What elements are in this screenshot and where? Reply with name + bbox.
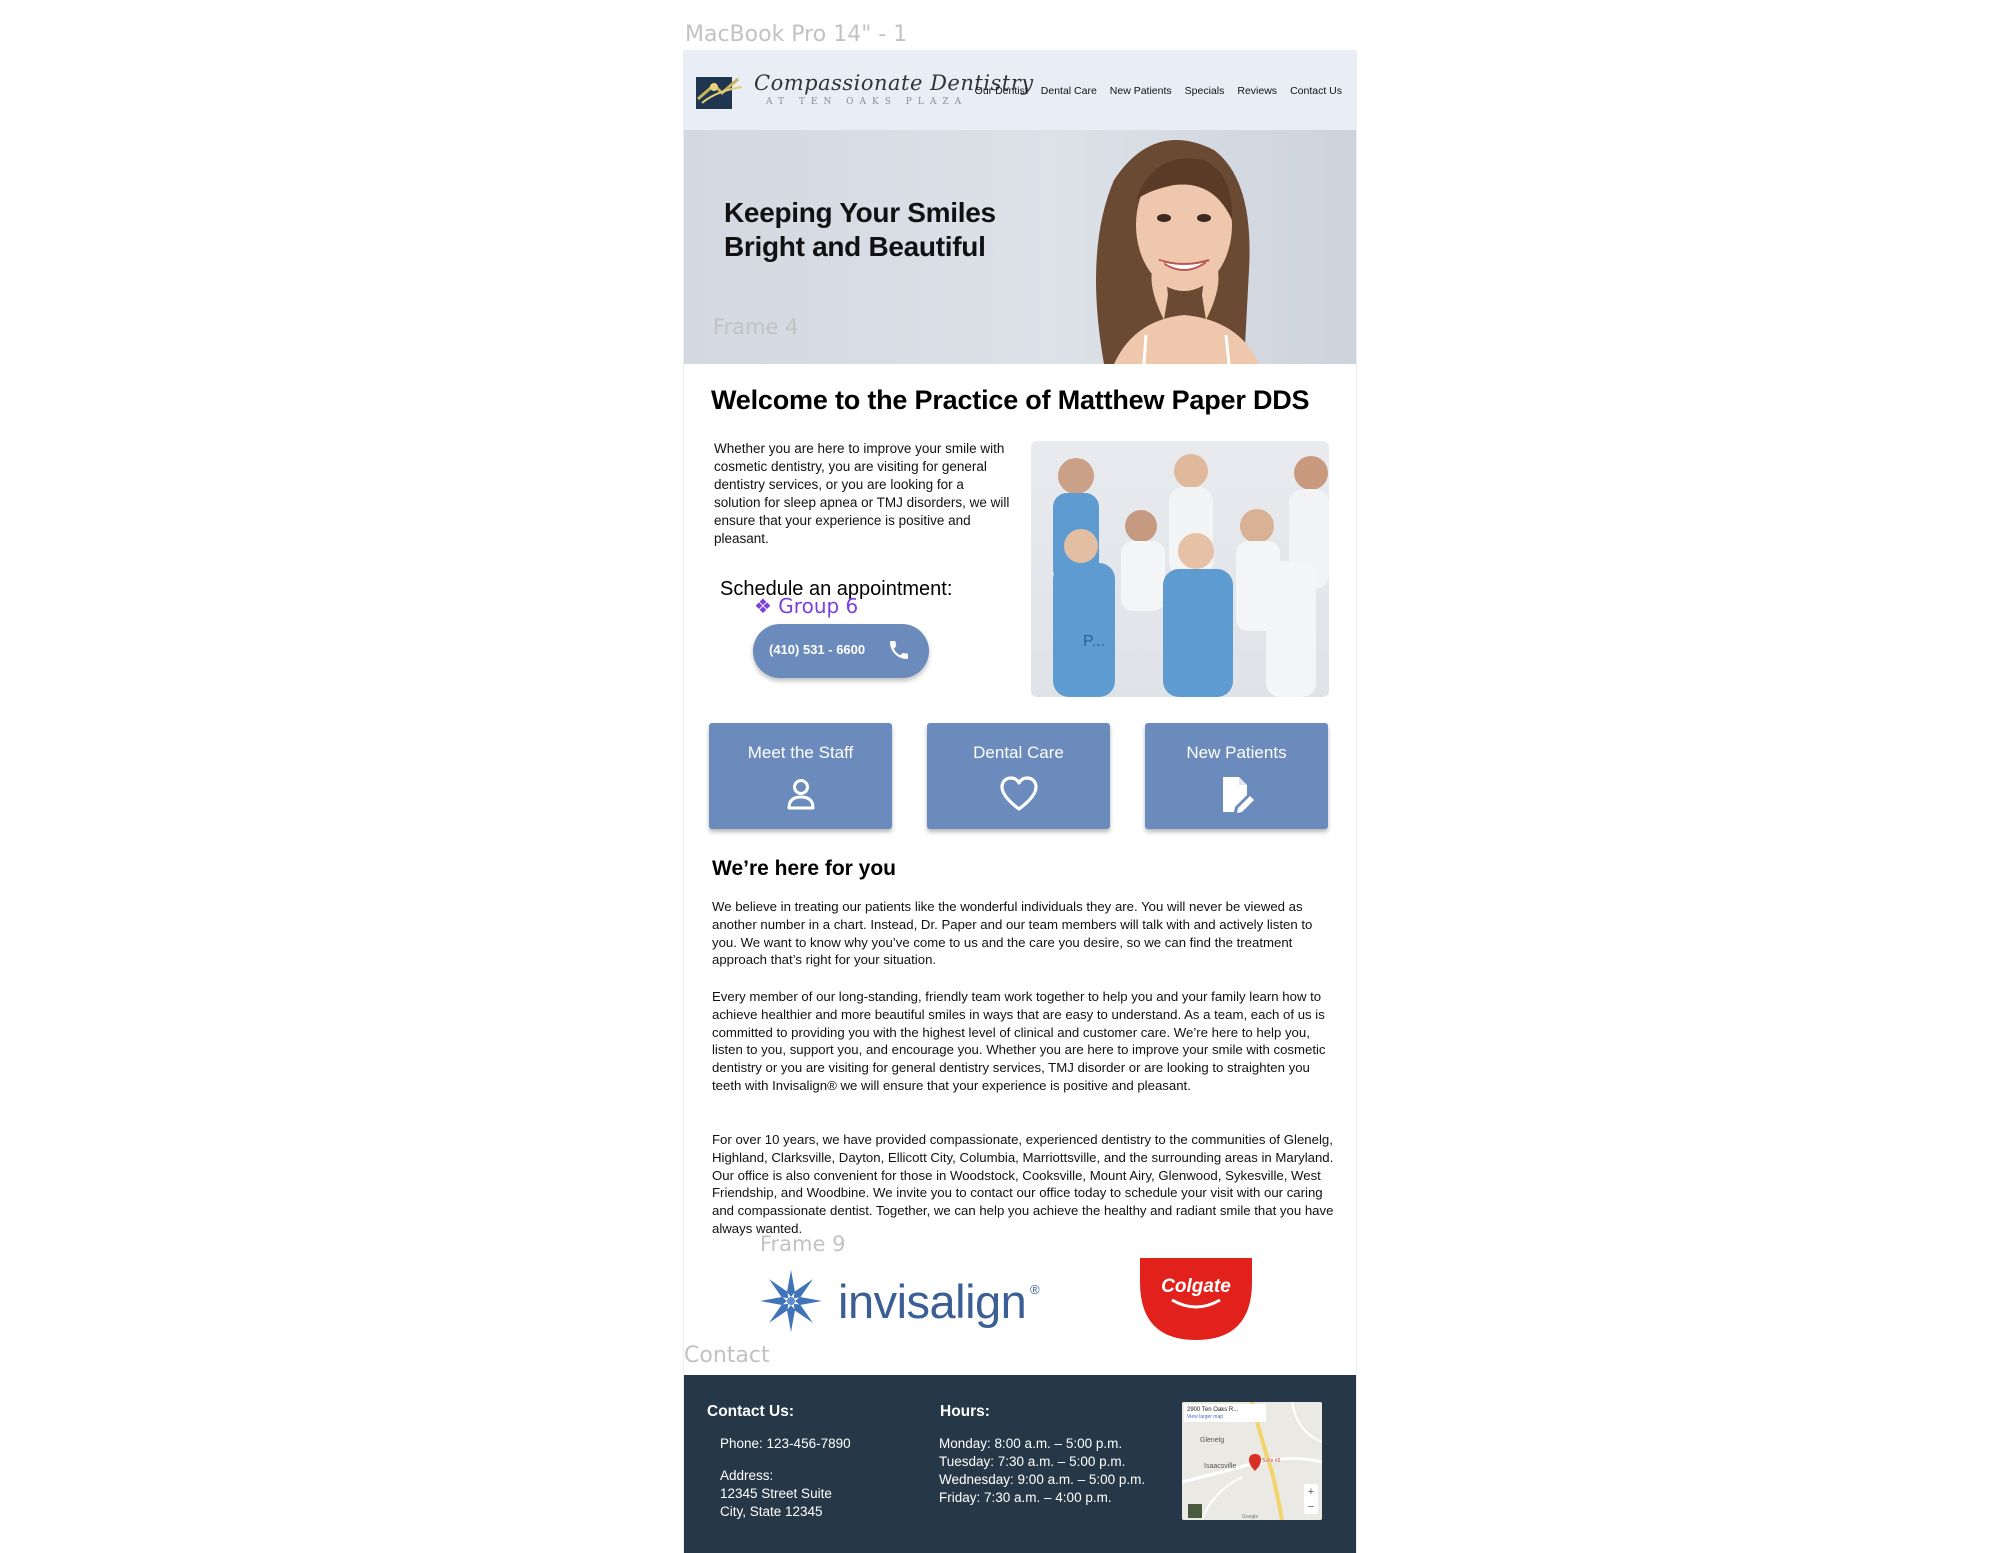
site-logo[interactable]: Compassionate Dentistry AT TEN OAKS PLAZ… [692, 71, 1033, 113]
hero-title-line-2: Bright and Beautiful [724, 231, 986, 262]
nav-reviews[interactable]: Reviews [1237, 85, 1277, 97]
hours-friday: Friday: 7:30 a.m. – 4:00 p.m. [939, 1490, 1112, 1505]
component-icon: ❖ [754, 594, 779, 618]
group-6-label: ❖ Group 6 [754, 594, 858, 618]
location-map[interactable]: 2900 Ten Oaks R... View larger map Glene… [1182, 1402, 1322, 1520]
meet-the-staff-card[interactable]: Meet the Staff [709, 723, 892, 829]
colgate-shield-icon: Colgate [1140, 1258, 1252, 1340]
call-button[interactable]: (410) 531 - 6600 [753, 624, 929, 678]
hours-monday: Monday: 8:00 a.m. – 5:00 p.m. [939, 1436, 1123, 1451]
colgate-logo: Colgate [1140, 1258, 1252, 1340]
address-label: Address: [720, 1468, 774, 1483]
dental-care-card[interactable]: Dental Care [927, 723, 1110, 829]
map-zoom-in[interactable]: + [1308, 1486, 1314, 1498]
nav-new-patients[interactable]: New Patients [1110, 85, 1172, 97]
nav-dental-care[interactable]: Dental Care [1041, 85, 1097, 97]
document-edit-icon [1222, 777, 1254, 813]
address-line-2: City, State 12345 [720, 1504, 823, 1519]
hours-tuesday: Tuesday: 7:30 a.m. – 5:00 p.m. [939, 1454, 1126, 1469]
invisalign-logo: invisalign ® [758, 1268, 1058, 1334]
contact-frame-label: Contact [684, 1343, 770, 1368]
new-patients-card[interactable]: New Patients [1145, 723, 1328, 829]
map-place-name: 2900 Ten Oaks R... [1187, 1407, 1239, 1413]
map-zoom-out[interactable]: − [1308, 1501, 1314, 1513]
address-line-1: 12345 Street Suite [720, 1486, 832, 1501]
phone-icon [890, 641, 908, 659]
site-footer: Contact Us: Phone: 123-456-7890 Address:… [684, 1375, 1356, 1553]
invisalign-flower-icon [760, 1270, 822, 1332]
map-town-isaacsville: Isaacsville [1204, 1463, 1236, 1470]
map-attribution: Google [1242, 1514, 1258, 1520]
team-photo: P... [1031, 441, 1329, 697]
hero-title-line-1: Keeping Your Smiles [724, 197, 996, 228]
contact-heading: Contact Us: [707, 1403, 794, 1420]
card-label: Meet the Staff [747, 743, 854, 762]
heart-icon [999, 776, 1038, 811]
body-paragraph-1: We believe in treating our patients like… [712, 899, 1313, 968]
web-page: Compassionate Dentistry AT TEN OAKS PLAZ… [684, 51, 1356, 1553]
nav-specials[interactable]: Specials [1185, 85, 1225, 97]
map-pin-label: Suite #5 [1262, 1458, 1281, 1464]
invisalign-wordmark: invisalign [838, 1275, 1027, 1328]
hero-banner: Keeping Your Smiles Bright and Beautiful… [684, 130, 1356, 364]
body-paragraph-3: For over 10 years, we have provided comp… [712, 1132, 1334, 1236]
map-graphic: 2900 Ten Oaks R... View larger map Glene… [1182, 1402, 1322, 1520]
dental-team-image: P... [1053, 454, 1329, 697]
contact-phone[interactable]: Phone: 123-456-7890 [720, 1435, 851, 1453]
group-6-text: Group 6 [778, 594, 859, 618]
welcome-body: Whether you are here to improve your smi… [714, 441, 1010, 546]
here-for-you-title: We’re here for you [712, 857, 896, 880]
call-button-label: (410) 531 - 6600 [769, 642, 866, 657]
photo-overlay-text: P... [1083, 633, 1105, 650]
welcome-title: Welcome to the Practice of Matthew Paper… [711, 385, 1310, 415]
nav-our-dentist[interactable]: Our Dentist [975, 85, 1028, 97]
frame-9-label: Frame 9 [760, 1232, 846, 1256]
card-label: Dental Care [973, 743, 1064, 762]
body-paragraph-2: Every member of our long-standing, frien… [712, 989, 1326, 1093]
hours-heading: Hours: [940, 1403, 990, 1420]
frame-4-label: Frame 4 [713, 315, 799, 339]
map-larger-link[interactable]: View larger map [1187, 1414, 1223, 1420]
main-nav: Our Dentist Dental Care New Patients Spe… [975, 85, 1342, 97]
map-town-glenelg: Glenelg [1200, 1437, 1224, 1444]
card-label: New Patients [1186, 743, 1287, 762]
site-header: Compassionate Dentistry AT TEN OAKS PLAZ… [684, 51, 1356, 130]
hero-title: Keeping Your Smiles Bright and Beautiful [724, 196, 996, 264]
logo-subtitle: AT TEN OAKS PLAZA [766, 97, 968, 107]
nav-contact-us[interactable]: Contact Us [1290, 85, 1342, 97]
artboard-label: MacBook Pro 14" - 1 [685, 22, 908, 47]
map-satellite-toggle[interactable] [1188, 1504, 1202, 1518]
person-icon [787, 779, 814, 810]
smiling-woman-image [1096, 140, 1259, 364]
colgate-wordmark: Colgate [1161, 1276, 1231, 1297]
hours-wednesday: Wednesday: 9:00 a.m. – 5:00 p.m. [939, 1472, 1146, 1487]
registered-mark: ® [1030, 1282, 1040, 1297]
logo-mark-icon [696, 77, 743, 109]
